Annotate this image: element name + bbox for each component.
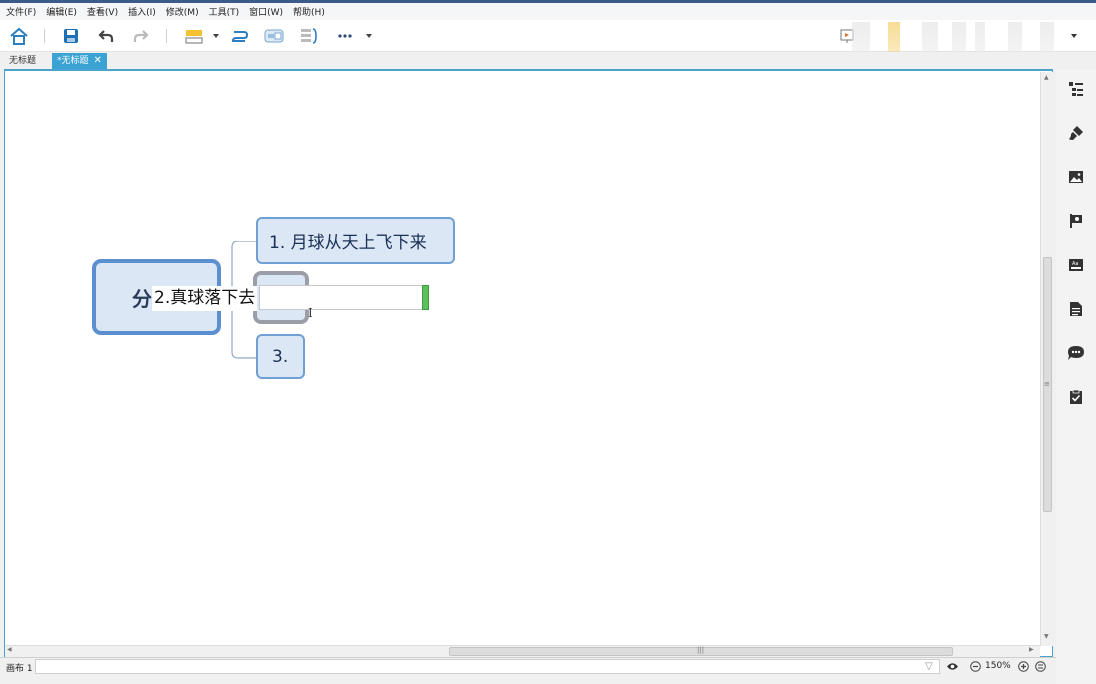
comments-button[interactable] — [1066, 343, 1086, 363]
toolbar-divider — [166, 29, 167, 43]
chevron-down-icon[interactable] — [213, 34, 219, 38]
undo-icon — [98, 30, 114, 42]
summary-button[interactable] — [298, 26, 320, 46]
topic-edit-text[interactable]: 2.真球落下去 — [152, 286, 258, 311]
home-button[interactable] — [8, 26, 30, 46]
marker-flag-icon — [1070, 214, 1082, 228]
menu-window[interactable]: 窗口(W) — [249, 5, 283, 18]
subtopic-3[interactable]: 3. — [256, 334, 305, 379]
notes-icon — [1070, 302, 1082, 316]
task-icon — [1070, 389, 1082, 404]
label-button[interactable]: Aa — [1066, 255, 1086, 275]
zoom-level[interactable]: 150% — [985, 661, 1011, 671]
menu-edit[interactable]: 编辑(E) — [46, 5, 77, 18]
right-side-panel: Aa — [1056, 69, 1096, 684]
save-button[interactable] — [60, 26, 82, 46]
save-icon — [64, 29, 78, 43]
image-button[interactable] — [1066, 167, 1086, 187]
bottom-status-strip — [0, 675, 1096, 684]
central-topic-text: 分 — [132, 286, 152, 311]
image-icon — [1069, 171, 1083, 183]
boundary-button[interactable] — [263, 26, 285, 46]
more-button[interactable] — [334, 26, 356, 46]
fit-view-icon — [1035, 661, 1046, 672]
summary-icon — [301, 28, 317, 44]
tab-untitled[interactable]: 无标题 — [4, 53, 41, 69]
relationship-icon — [231, 31, 249, 42]
label-icon: Aa — [1069, 259, 1083, 271]
tab-label: 无标题 — [9, 56, 37, 66]
topic-edit-input[interactable] — [259, 285, 424, 310]
tab-label: *无标题 — [57, 56, 89, 66]
status-bar: 画布 1 ▽ 150% — [0, 657, 1056, 675]
outline-icon — [1069, 82, 1083, 96]
subtopic-3-text: 3. — [272, 346, 289, 367]
menu-help[interactable]: 帮助(H) — [293, 5, 325, 18]
zoom-out-icon — [970, 661, 981, 672]
menu-insert[interactable]: 插入(I) — [128, 5, 156, 18]
redo-icon — [133, 30, 149, 42]
scroll-up-icon[interactable]: ▲ — [1044, 74, 1049, 81]
redo-button[interactable] — [130, 26, 152, 46]
filter-icon[interactable]: ▽ — [925, 661, 933, 672]
menu-view[interactable]: 查看(V) — [87, 5, 118, 18]
subtopic-1-text: 1. 月球从天上飞下来 — [269, 233, 427, 253]
mindmap-canvas[interactable]: 分 1. 月球从天上飞下来 3. 2.真球落下去 I — [4, 69, 1053, 657]
grip-icon: ||| — [697, 646, 705, 654]
svg-text:Aa: Aa — [1072, 261, 1078, 267]
vertical-scrollbar[interactable]: ▲ ≡ ▼ — [1040, 72, 1053, 646]
visibility-button[interactable] — [946, 660, 959, 673]
format-button[interactable] — [1066, 123, 1086, 143]
outline-button[interactable] — [1066, 79, 1086, 99]
comment-icon — [1068, 346, 1084, 360]
horizontal-scrollbar[interactable]: ◀ ||| ▶ — [5, 645, 1040, 657]
menu-modify[interactable]: 修改(M) — [166, 5, 199, 18]
chevron-down-icon[interactable] — [1071, 34, 1077, 38]
edit-resize-handle[interactable] — [422, 285, 429, 310]
eye-icon — [947, 663, 958, 670]
scroll-down-icon[interactable]: ▼ — [1044, 633, 1049, 640]
undo-button[interactable] — [95, 26, 117, 46]
menu-bar: 文件(F) 编辑(E) 查看(V) 插入(I) 修改(M) 工具(T) 窗口(W… — [0, 0, 1096, 20]
zoom-in-icon — [1018, 661, 1029, 672]
topic-icon — [185, 30, 203, 44]
toolbar-divider — [44, 29, 45, 43]
fit-view-button[interactable] — [1034, 660, 1047, 673]
text-cursor-icon: I — [308, 306, 313, 320]
zoom-in-button[interactable] — [1017, 660, 1030, 673]
tab-untitled-active[interactable]: *无标题 ✕ — [52, 53, 107, 69]
toolbar — [0, 20, 1096, 100]
menu-file[interactable]: 文件(F) — [6, 5, 36, 18]
menu-tools[interactable]: 工具(T) — [209, 5, 240, 18]
scroll-left-icon[interactable]: ◀ — [7, 646, 12, 653]
marker-button[interactable] — [1066, 211, 1086, 231]
task-button[interactable] — [1066, 387, 1086, 407]
sheet-bar — [35, 659, 940, 674]
relationship-button[interactable] — [229, 26, 251, 46]
format-brush-icon — [1069, 126, 1083, 140]
notes-button[interactable] — [1066, 299, 1086, 319]
more-icon — [338, 34, 352, 38]
scroll-right-icon[interactable]: ▶ — [1029, 646, 1034, 653]
grip-icon: ≡ — [1044, 380, 1050, 388]
chevron-down-icon[interactable] — [366, 34, 372, 38]
sheet-tab[interactable]: 画布 1 — [6, 661, 33, 674]
insert-topic-button[interactable] — [183, 26, 205, 46]
subtopic-1[interactable]: 1. 月球从天上飞下来 — [256, 217, 455, 264]
close-icon[interactable]: ✕ — [94, 55, 102, 66]
home-icon — [10, 27, 28, 45]
boundary-icon — [264, 29, 284, 43]
zoom-out-button[interactable] — [969, 660, 982, 673]
document-tabs: 无标题 *无标题 ✕ — [0, 52, 1056, 69]
